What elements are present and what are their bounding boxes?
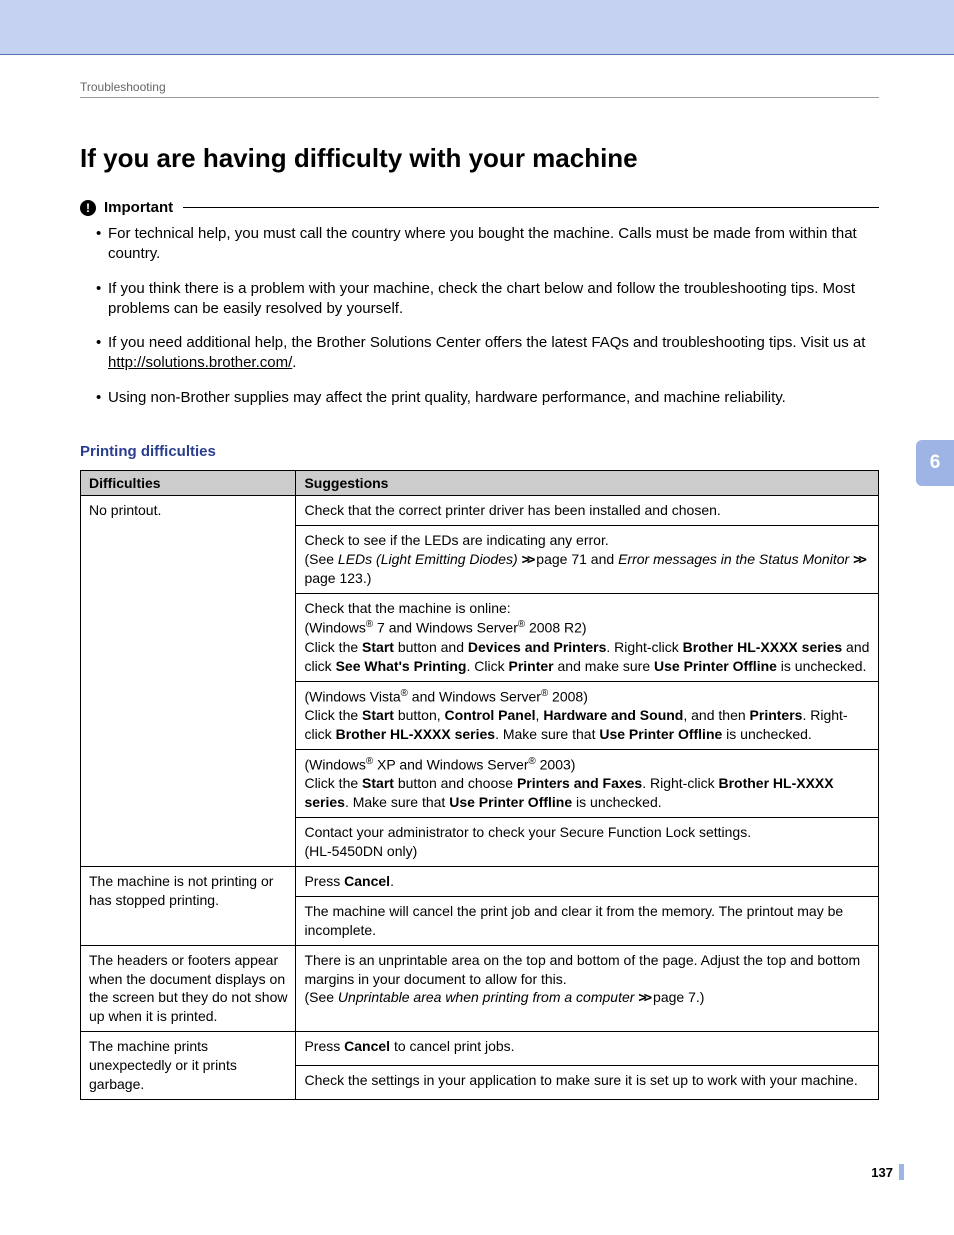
page-title: If you are having difficulty with your m… (80, 143, 879, 174)
page-accent-bar (899, 1164, 904, 1180)
ref-arrow-icon: >> (638, 990, 649, 1006)
suggestion-cell: Check to see if the LEDs are indicating … (296, 525, 879, 594)
suggestion-cell: Contact your administrator to check your… (296, 818, 879, 867)
important-label: Important (104, 199, 173, 216)
page-number-container: 137 (871, 1164, 904, 1180)
important-bullet: If you think there is a problem with you… (96, 279, 879, 320)
suggestion-cell: Press Cancel to cancel print jobs. (296, 1032, 879, 1066)
solutions-link[interactable]: http://solutions.brother.com/ (108, 354, 292, 371)
important-bullet: Using non-Brother supplies may affect th… (96, 388, 879, 408)
suggestion-cell: Check that the correct printer driver ha… (296, 495, 879, 525)
difficulty-cell: The machine is not printing or has stopp… (81, 866, 296, 945)
table-row: The machine prints unexpectedly or it pr… (81, 1032, 879, 1066)
suggestion-cell: Check the settings in your application t… (296, 1066, 879, 1100)
important-notice: ! Important For technical help, you must… (80, 199, 879, 408)
suggestion-cell: Check that the machine is online: (Windo… (296, 594, 879, 681)
table-row: The headers or footers appear when the d… (81, 945, 879, 1032)
difficulty-cell: The headers or footers appear when the d… (81, 945, 296, 1032)
difficulties-table: Difficulties Suggestions No printout. Ch… (80, 470, 879, 1100)
breadcrumb: Troubleshooting (80, 80, 879, 98)
difficulty-cell: No printout. (81, 495, 296, 866)
suggestion-cell: The machine will cancel the print job an… (296, 896, 879, 945)
table-row: The machine is not printing or has stopp… (81, 866, 879, 896)
table-header-suggestions: Suggestions (296, 470, 879, 495)
suggestion-cell: Press Cancel. (296, 866, 879, 896)
chapter-tab[interactable]: 6 (916, 440, 954, 486)
important-rule (183, 207, 879, 208)
suggestion-cell: There is an unprintable area on the top … (296, 945, 879, 1032)
important-icon: ! (80, 200, 96, 216)
important-bullet: If you need additional help, the Brother… (96, 333, 879, 374)
top-header-bar (0, 0, 954, 55)
table-row: No printout. Check that the correct prin… (81, 495, 879, 525)
important-bullet: For technical help, you must call the co… (96, 224, 879, 265)
suggestion-cell: (Windows® XP and Windows Server® 2003) C… (296, 749, 879, 817)
suggestion-cell: (Windows Vista® and Windows Server® 2008… (296, 681, 879, 749)
page-number: 137 (871, 1165, 893, 1180)
difficulty-cell: The machine prints unexpectedly or it pr… (81, 1032, 296, 1100)
ref-arrow-icon: >> (522, 552, 533, 568)
table-header-difficulties: Difficulties (81, 470, 296, 495)
ref-arrow-icon: >> (853, 552, 864, 568)
section-heading: Printing difficulties (80, 443, 879, 460)
